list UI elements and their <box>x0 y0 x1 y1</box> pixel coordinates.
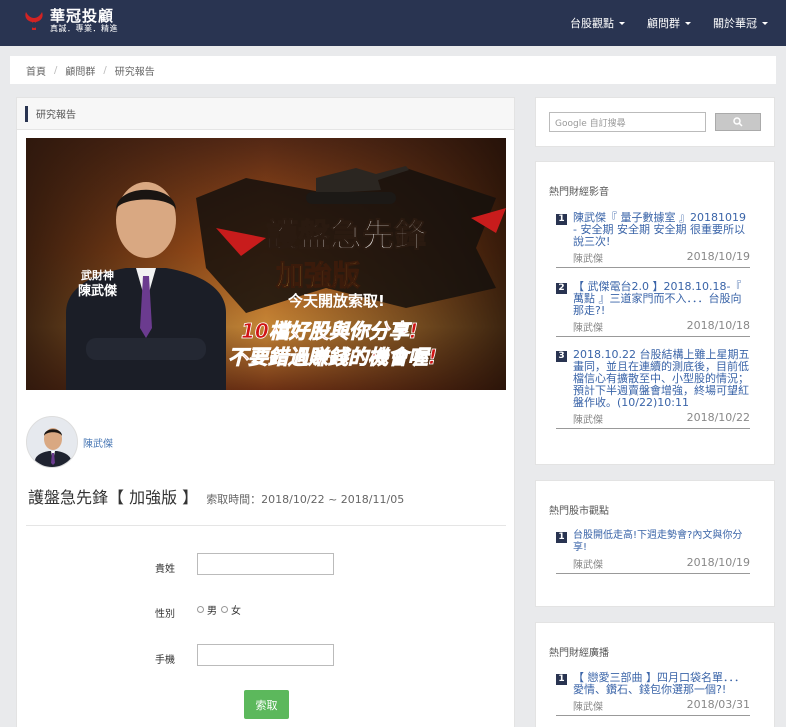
banner-headline: 護盤急先鋒 <box>266 216 427 254</box>
search-input[interactable]: Google 自訂搜尋 <box>549 112 706 132</box>
gender-female-radio[interactable] <box>221 606 228 613</box>
author-block: 陳武傑 <box>26 416 113 468</box>
list-item: 1 陳武傑『 量子數據室 』20181019 - 安全期 安全期 安全期 很重要… <box>556 212 750 268</box>
widget-title: 熱門財經廣播 <box>549 648 609 659</box>
divider <box>26 525 506 526</box>
avatar[interactable] <box>26 416 78 468</box>
list-item: 1 台股開低走高!下週走勢會?內文與你分享! 陳武傑 2018/10/19 <box>556 530 750 574</box>
caret-down-icon <box>619 21 625 25</box>
author-name-link[interactable]: 陳武傑 <box>83 435 113 450</box>
gender-male-label: 男 <box>207 606 217 617</box>
panel-header: 研究報告 <box>17 98 514 130</box>
brand-logo[interactable]: 華冠投顧 真誠．專業．精進 <box>22 8 118 34</box>
item-date: 2018/10/19 <box>686 250 750 263</box>
phone-label: 手機 <box>155 655 175 666</box>
item-rank: 1 <box>556 532 567 543</box>
item-rank: 1 <box>556 214 567 225</box>
search-button[interactable] <box>715 113 761 131</box>
breadcrumb-home[interactable]: 首頁 <box>26 63 46 78</box>
banner-edition: 加強版 <box>276 259 360 292</box>
panel-title: 研究報告 <box>36 110 76 121</box>
hot-market-views-widget: 熱門股市觀點 1 台股開低走高!下週走勢會?內文與你分享! 陳武傑 2018/1… <box>535 480 775 607</box>
breadcrumb-separator: / <box>103 64 107 76</box>
breadcrumb-advisors[interactable]: 顧問群 <box>65 63 95 78</box>
report-title-row: 護盤急先鋒【 加強版 】 索取時間：2018/10/22 ~ 2018/11/0… <box>28 484 404 508</box>
request-period: 索取時間：2018/10/22 ~ 2018/11/05 <box>206 493 405 506</box>
report-title: 護盤急先鋒【 加強版 】 <box>28 488 199 507</box>
item-title-link[interactable]: 2018.10.22 台股結構上雖上星期五畫同，並且在連續的測底後，目前低檔信心… <box>573 349 750 409</box>
item-title-link[interactable]: 陳武傑『 量子數據室 』20181019 - 安全期 安全期 安全期 很重要所以… <box>573 212 750 248</box>
main-nav: 台股觀點 顧問群 關於華冠 <box>548 0 768 46</box>
gender-radio-group: 男 女 <box>197 602 245 617</box>
banner-line2: 不要錯過賺錢的機會喔! <box>228 345 437 369</box>
item-date: 2018/03/31 <box>686 698 750 711</box>
report-panel: 研究報告 武財神 陳武傑 護盤急先鋒 加強版 今天開放索取! 10檔好股與你分享… <box>16 97 515 727</box>
nav-item-about[interactable]: 關於華冠 <box>713 15 768 31</box>
search-icon <box>733 117 743 127</box>
item-author: 陳武傑 <box>573 415 603 426</box>
item-rank: 3 <box>556 351 567 362</box>
brand-slogan: 真誠．專業．精進 <box>50 24 118 33</box>
top-navbar: 華冠投顧 真誠．專業．精進 台股觀點 顧問群 關於華冠 <box>0 0 786 46</box>
widget-title: 熱門財經影音 <box>549 187 609 198</box>
nav-item-advisors[interactable]: 顧問群 <box>647 15 691 31</box>
item-author: 陳武傑 <box>573 702 603 713</box>
name-label: 貴姓 <box>155 564 175 575</box>
gender-male-radio[interactable] <box>197 606 204 613</box>
item-author: 陳武傑 <box>573 323 603 334</box>
item-author: 陳武傑 <box>573 254 603 265</box>
banner-offer: 今天開放索取! <box>287 292 385 310</box>
caret-down-icon <box>685 21 691 25</box>
nav-item-label: 顧問群 <box>647 17 680 30</box>
brand-name: 華冠投顧 <box>50 7 115 25</box>
nav-item-label: 台股觀點 <box>570 17 614 30</box>
name-input[interactable] <box>197 553 334 575</box>
item-rank: 2 <box>556 283 567 294</box>
item-rank: 1 <box>556 674 567 685</box>
banner-badge-line1: 武財神 <box>81 268 114 282</box>
phone-input[interactable] <box>197 644 334 666</box>
list-item: 3 2018.10.22 台股結構上雖上星期五畫同，並且在連續的測底後，目前低檔… <box>556 349 750 429</box>
search-widget: Google 自訂搜尋 <box>535 97 775 147</box>
nav-item-market-view[interactable]: 台股觀點 <box>570 15 625 31</box>
item-author: 陳武傑 <box>573 560 603 571</box>
list-item: 2 【 武傑電台2.0 】2018.10.18-『 萬點 』三道家門而不入．．．… <box>556 281 750 337</box>
header-accent-bar <box>25 105 28 122</box>
gender-label: 性別 <box>155 609 175 620</box>
hot-broadcast-widget: 熱門財經廣播 1 【 戀愛三部曲 】四月口袋名單．．．愛情、鑽石、錢包你選那一個… <box>535 622 775 727</box>
item-date: 2018/10/19 <box>686 556 750 569</box>
breadcrumb-research[interactable]: 研究報告 <box>115 63 155 78</box>
item-date: 2018/10/18 <box>686 319 750 332</box>
banner-line1: 10檔好股與你分享! <box>241 319 418 343</box>
nav-item-label: 關於華冠 <box>713 17 757 30</box>
item-title-link[interactable]: 【 武傑電台2.0 】2018.10.18-『 萬點 』三道家門而不入．．．台股… <box>573 281 750 317</box>
banner-badge-line2: 陳武傑 <box>78 283 118 299</box>
breadcrumb-separator: / <box>54 64 58 76</box>
promo-banner: 武財神 陳武傑 護盤急先鋒 加強版 今天開放索取! 10檔好股與你分享! 不要錯… <box>26 138 506 390</box>
bull-logo-icon <box>22 9 46 33</box>
item-date: 2018/10/22 <box>686 411 750 424</box>
item-title-link[interactable]: 台股開低走高!下週走勢會?內文與你分享! <box>573 530 750 554</box>
caret-down-icon <box>762 21 768 25</box>
breadcrumb: 首頁 / 顧問群 / 研究報告 <box>10 56 776 84</box>
list-item: 1 【 戀愛三部曲 】四月口袋名單．．．愛情、鑽石、錢包你選那一個?! 陳武傑 … <box>556 672 750 716</box>
gender-female-label: 女 <box>231 606 241 617</box>
hot-videos-widget: 熱門財經影音 1 陳武傑『 量子數據室 』20181019 - 安全期 安全期 … <box>535 161 775 465</box>
widget-title: 熱門股市觀點 <box>549 506 609 517</box>
item-title-link[interactable]: 【 戀愛三部曲 】四月口袋名單．．．愛情、鑽石、錢包你選那一個?! <box>573 672 750 696</box>
submit-button[interactable]: 索取 <box>244 690 289 719</box>
